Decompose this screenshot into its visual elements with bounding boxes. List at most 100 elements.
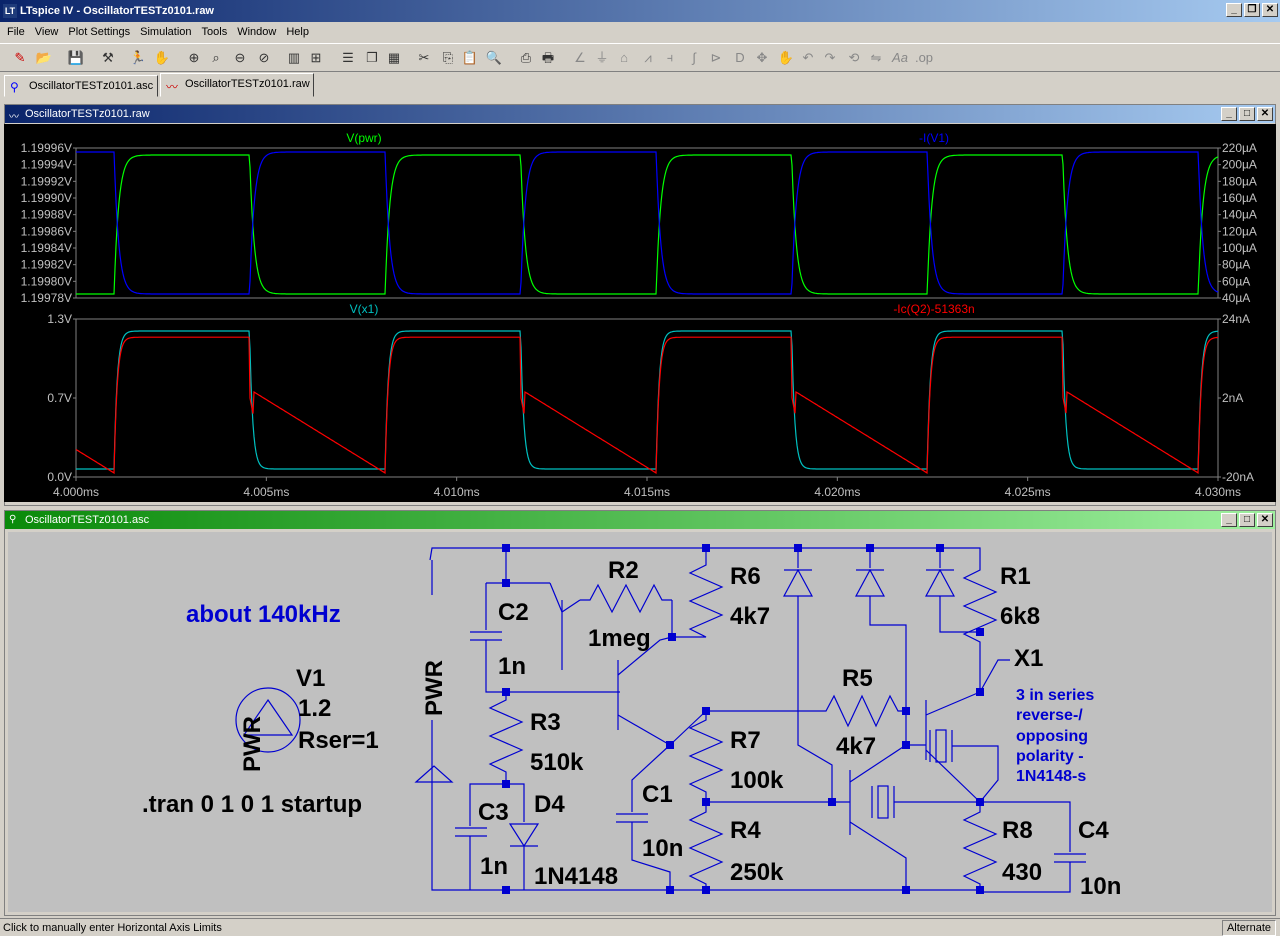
y-tick-label-right: 60µA bbox=[1222, 274, 1250, 288]
zoom-area-icon[interactable]: ⌕ bbox=[206, 48, 226, 68]
close-button[interactable]: ✕ bbox=[1257, 513, 1273, 527]
cascade-icon[interactable]: ❐ bbox=[362, 48, 382, 68]
text-icon[interactable]: Aa bbox=[890, 48, 910, 68]
mirror-icon[interactable]: ⇋ bbox=[866, 48, 886, 68]
find-icon[interactable]: 🔍 bbox=[484, 48, 504, 68]
close-button[interactable]: ✕ bbox=[1262, 3, 1278, 17]
run-icon[interactable]: 🏃 bbox=[128, 48, 148, 68]
r3-body bbox=[488, 692, 524, 784]
redo-icon[interactable]: ↷ bbox=[820, 48, 840, 68]
wire bbox=[561, 599, 581, 613]
x-tick-label: 4.030ms bbox=[1195, 485, 1241, 499]
r6-body bbox=[672, 548, 724, 638]
save-icon[interactable]: 💾 bbox=[66, 48, 86, 68]
net-label-pwr: PWR bbox=[421, 660, 448, 716]
tab-waveform[interactable]: 〰 OscillatorTESTz0101.raw bbox=[160, 73, 314, 97]
junction bbox=[666, 886, 674, 894]
close-button[interactable]: ✕ bbox=[1257, 107, 1273, 121]
zoom-extents-icon[interactable]: ⊞ bbox=[306, 48, 326, 68]
inductor-icon[interactable]: ∫ bbox=[684, 48, 704, 68]
new-schematic-icon[interactable]: ✎ bbox=[10, 48, 30, 68]
menu-plot-settings[interactable]: Plot Settings bbox=[63, 22, 135, 42]
move-icon[interactable]: ✥ bbox=[752, 48, 772, 68]
series-note-line: 3 in series bbox=[1016, 687, 1094, 704]
tab-schematic[interactable]: ⚲ OscillatorTESTz0101.asc bbox=[4, 75, 158, 97]
menu-file[interactable]: File bbox=[2, 22, 30, 42]
maximize-button[interactable]: □ bbox=[1239, 107, 1255, 121]
minimize-button[interactable]: _ bbox=[1221, 107, 1237, 121]
resistor-icon[interactable]: ⩘ bbox=[638, 48, 658, 68]
wire bbox=[797, 596, 833, 800]
junction bbox=[902, 741, 910, 749]
menu-tools[interactable]: Tools bbox=[197, 22, 233, 42]
wire bbox=[925, 749, 981, 803]
waveform-plot[interactable]: 1.19996V 1.19994V 1.19992V 1.19990V 1.19988V… bbox=[4, 124, 1276, 502]
series-note-line: 1N4148-s bbox=[1016, 768, 1086, 785]
cut-icon[interactable]: ✂ bbox=[414, 48, 434, 68]
d4-body bbox=[508, 823, 540, 848]
junction bbox=[666, 741, 674, 749]
waveform-plot-area[interactable]: 1.19996V 1.19994V 1.19992V 1.19990V 1.19988V… bbox=[4, 124, 1276, 502]
copy-icon[interactable]: ⎘ bbox=[438, 48, 458, 68]
junction bbox=[936, 544, 944, 552]
tab-label: OscillatorTESTz0101.asc bbox=[29, 80, 154, 92]
tile-vertical-icon[interactable]: ▦ bbox=[384, 48, 404, 68]
undo-icon[interactable]: ↶ bbox=[798, 48, 818, 68]
halt-icon[interactable]: ✋ bbox=[152, 48, 172, 68]
autorange-icon[interactable]: ▥ bbox=[284, 48, 304, 68]
tran-directive: .tran 0 1 0 1 startup bbox=[142, 791, 362, 818]
wire bbox=[549, 582, 563, 613]
trace-neg-ic-q2 bbox=[75, 336, 1219, 475]
restore-button[interactable]: ❐ bbox=[1244, 3, 1260, 17]
menu-help[interactable]: Help bbox=[281, 22, 314, 42]
crystal-2 bbox=[935, 729, 947, 763]
c1-value: 10n bbox=[642, 835, 683, 862]
y-tick-label-right: 180µA bbox=[1222, 174, 1257, 188]
ground-icon[interactable]: ⏚ bbox=[592, 48, 612, 68]
label-net-icon[interactable]: ⌂ bbox=[614, 48, 634, 68]
paste-icon[interactable]: 📋 bbox=[460, 48, 480, 68]
x-tick-label: 4.005ms bbox=[243, 485, 289, 499]
schematic-drawing[interactable]: about 140kHz V1 1.2 Rser=1 .tran 0 1 0 1… bbox=[8, 532, 1272, 912]
diode-icon[interactable]: ⊳ bbox=[706, 48, 726, 68]
x-tick-label: 4.015ms bbox=[624, 485, 670, 499]
print-icon[interactable]: 🖶 bbox=[538, 48, 558, 68]
wire bbox=[925, 691, 981, 716]
y-tick-label-left: 1.19982V bbox=[21, 258, 72, 272]
schematic-canvas[interactable]: about 140kHz V1 1.2 Rser=1 .tran 0 1 0 1… bbox=[8, 532, 1272, 912]
minimize-button[interactable]: _ bbox=[1221, 513, 1237, 527]
maximize-button[interactable]: □ bbox=[1239, 513, 1255, 527]
y-tick-label-left: 1.3V bbox=[47, 312, 72, 326]
print-preview-icon[interactable]: ⎙ bbox=[516, 48, 536, 68]
spice-directive-icon[interactable]: .op bbox=[914, 48, 934, 68]
wire-icon[interactable]: ∠ bbox=[570, 48, 590, 68]
open-icon[interactable]: 📂 bbox=[34, 48, 54, 68]
rotate-icon[interactable]: ⟲ bbox=[844, 48, 864, 68]
tab-label: OscillatorTESTz0101.raw bbox=[185, 78, 310, 90]
junction bbox=[502, 780, 510, 788]
r2-body bbox=[580, 583, 672, 614]
control-panel-icon[interactable]: ⚒ bbox=[98, 48, 118, 68]
c3-value: 1n bbox=[480, 853, 508, 880]
waveform-icon: 〰 bbox=[166, 80, 179, 94]
r4-name: R4 bbox=[730, 817, 761, 844]
y-tick-label-left: 1.19994V bbox=[21, 158, 72, 172]
c1-name: C1 bbox=[642, 781, 673, 808]
y-tick-label-right: 220µA bbox=[1222, 141, 1257, 155]
menu-view[interactable]: View bbox=[30, 22, 64, 42]
zoom-in-icon[interactable]: ⊕ bbox=[184, 48, 204, 68]
zoom-out-icon[interactable]: ⊖ bbox=[230, 48, 250, 68]
menu-window[interactable]: Window bbox=[232, 22, 281, 42]
zoom-cancel-icon[interactable]: ⊘ bbox=[254, 48, 274, 68]
r7-body bbox=[688, 711, 724, 802]
tile-horizontal-icon[interactable]: ☰ bbox=[338, 48, 358, 68]
document-tabs: ⚲ OscillatorTESTz0101.asc 〰 OscillatorTE… bbox=[0, 73, 1280, 97]
r1-value: 6k8 bbox=[1000, 603, 1040, 630]
r7-value: 100k bbox=[730, 767, 784, 794]
r8-name: R8 bbox=[1002, 817, 1033, 844]
component-icon[interactable]: D bbox=[730, 48, 750, 68]
drag-icon[interactable]: ✋ bbox=[776, 48, 796, 68]
capacitor-icon[interactable]: ⫞ bbox=[660, 48, 680, 68]
menu-simulation[interactable]: Simulation bbox=[135, 22, 196, 42]
minimize-button[interactable]: _ bbox=[1226, 3, 1242, 17]
